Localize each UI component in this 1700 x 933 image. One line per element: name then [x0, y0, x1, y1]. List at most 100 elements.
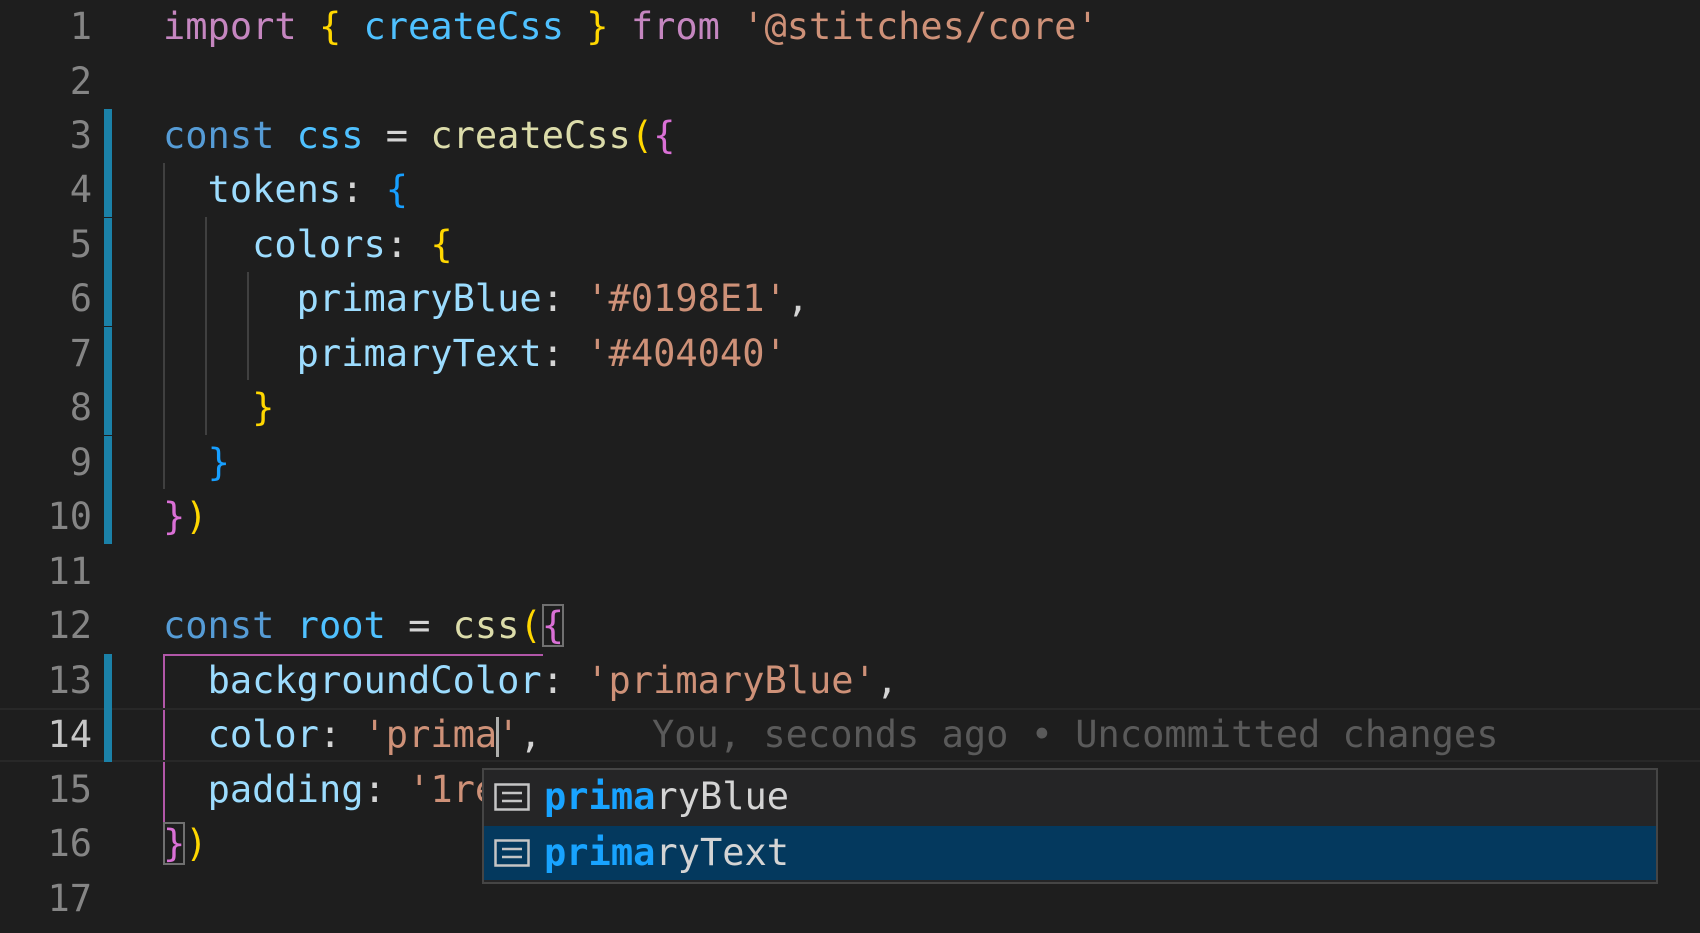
line-number: 13 [47, 659, 92, 702]
git-modified-marker[interactable] [104, 654, 112, 708]
matched-bracket: } [163, 822, 186, 865]
current-code-line[interactable]: 14 color: 'prima', You, seconds ago • Un… [0, 708, 1700, 762]
suggestion-rest-text: ryBlue [655, 775, 790, 818]
string-literal: '#404040' [586, 332, 787, 375]
keyword-const: const [163, 604, 275, 647]
code-text: tokens: { [163, 163, 409, 217]
code-text: const root = css({ [163, 599, 565, 653]
line-number: 3 [69, 114, 92, 157]
string-literal: 'primaryBlue' [586, 659, 876, 702]
code-line[interactable]: 8 } [0, 381, 1700, 435]
suggestion-match-text: prima [544, 775, 656, 818]
line-number-active: 14 [47, 713, 92, 756]
brace: { [385, 168, 409, 211]
code-text: primaryBlue: '#0198E1', [163, 272, 809, 326]
property-name: colors [252, 223, 386, 266]
string-literal: '@stitches/core' [742, 5, 1099, 48]
property-icon [494, 839, 530, 867]
property-name: primaryText [296, 332, 542, 375]
autocomplete-suggest-widget[interactable]: primaryBlue primaryText [482, 768, 1658, 884]
suggestion-item[interactable]: primaryBlue [484, 770, 1656, 824]
identifier: css [296, 114, 364, 157]
code-text: color: 'prima', [163, 708, 542, 762]
git-modified-marker[interactable] [104, 381, 112, 435]
git-modified-marker[interactable] [104, 218, 112, 272]
git-modified-marker[interactable] [104, 490, 112, 544]
code-line[interactable]: 11 [0, 545, 1700, 599]
code-line[interactable]: 4 tokens: { [0, 163, 1700, 217]
code-line[interactable]: 13 backgroundColor: 'primaryBlue', [0, 654, 1700, 708]
code-editor[interactable]: 1 import { createCss } from '@stitches/c… [0, 0, 1700, 933]
colon: : [541, 277, 564, 320]
keyword-from: from [630, 5, 720, 48]
brace: } [163, 495, 186, 538]
property-name: backgroundColor [207, 659, 542, 702]
line-number: 8 [69, 386, 92, 429]
line-number: 12 [47, 604, 92, 647]
comma: , [786, 277, 810, 320]
colon: : [541, 332, 564, 375]
paren: ) [185, 495, 208, 538]
keyword-const: const [163, 114, 275, 157]
paren: ) [185, 822, 208, 865]
string-literal-closing-quote: ' [497, 713, 520, 756]
git-blame-annotation: You, seconds ago • Uncommitted changes [652, 713, 1499, 756]
suggestion-rest-text: ryText [655, 831, 790, 874]
code-text: colors: { [163, 218, 453, 272]
code-line[interactable]: 12 const root = css({ [0, 599, 1700, 653]
colon: : [341, 168, 364, 211]
git-modified-marker[interactable] [104, 163, 112, 217]
identifier: root [296, 604, 386, 647]
line-number: 9 [69, 441, 92, 484]
code-text: padding: '1re [163, 763, 498, 817]
code-line[interactable]: 9 } [0, 436, 1700, 490]
git-modified-marker[interactable] [104, 327, 112, 381]
code-line[interactable]: 3 const css = createCss({ [0, 109, 1700, 163]
git-modified-marker[interactable] [104, 708, 112, 762]
line-number: 17 [47, 877, 92, 920]
string-literal-partial: 'prima [363, 713, 498, 756]
line-number: 11 [47, 550, 92, 593]
code-text: const css = createCss({ [163, 109, 675, 163]
keyword-import: import [163, 5, 297, 48]
comma: , [875, 659, 899, 702]
paren: ( [630, 114, 654, 157]
code-line[interactable]: 2 [0, 55, 1700, 109]
line-number: 15 [47, 768, 92, 811]
git-modified-marker[interactable] [104, 272, 112, 326]
line-number: 2 [69, 60, 92, 103]
function-name: css [452, 604, 520, 647]
property-name: color [207, 713, 319, 756]
property-icon [494, 783, 530, 811]
matched-bracket: { [541, 604, 565, 647]
code-text: }) [163, 817, 208, 871]
code-text: primaryText: '#404040' [163, 327, 787, 381]
line-number: 10 [47, 495, 92, 538]
line-number: 5 [69, 223, 92, 266]
code-line[interactable]: 5 colors: { [0, 218, 1700, 272]
colon: : [363, 768, 386, 811]
code-text: }) [163, 490, 208, 544]
code-text: } [163, 381, 274, 435]
operator: = [408, 604, 431, 647]
code-line[interactable]: 7 primaryText: '#404040' [0, 327, 1700, 381]
colon: : [318, 713, 342, 756]
brace: { [430, 223, 453, 266]
function-name: createCss [430, 114, 631, 157]
suggestion-label: primaryBlue [544, 770, 789, 824]
suggestion-item-selected[interactable]: primaryText [484, 826, 1656, 880]
suggestion-label: primaryText [544, 826, 789, 880]
property-name: primaryBlue [296, 277, 542, 320]
code-text: import { createCss } from '@stitches/cor… [163, 0, 1099, 54]
git-modified-marker[interactable] [104, 436, 112, 490]
suggestion-match-text: prima [544, 831, 656, 874]
code-line[interactable]: 6 primaryBlue: '#0198E1', [0, 272, 1700, 326]
code-text: backgroundColor: 'primaryBlue', [163, 654, 899, 708]
code-line[interactable]: 1 import { createCss } from '@stitches/c… [0, 0, 1700, 54]
comma: , [519, 713, 542, 756]
git-modified-marker[interactable] [104, 109, 112, 163]
code-line[interactable]: 10 }) [0, 490, 1700, 544]
line-number: 16 [47, 822, 92, 865]
brace: { [653, 114, 676, 157]
code-text: } [163, 436, 230, 490]
